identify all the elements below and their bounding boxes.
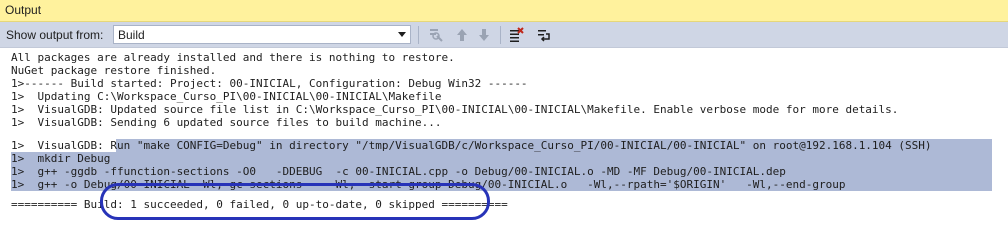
show-output-from-label: Show output from: <box>6 28 104 42</box>
toolbar-separator <box>500 26 501 44</box>
find-message-icon[interactable] <box>426 25 446 45</box>
output-line: All packages are already installed and t… <box>11 51 455 64</box>
output-line: 1> g++ -ggdb -ffunction-sections -O0 -DD… <box>11 165 786 178</box>
selection-highlight <box>11 152 992 165</box>
toolbar-separator <box>418 26 419 44</box>
output-line: 1> VisualGDB: Updated source file list i… <box>11 103 899 116</box>
go-next-icon[interactable] <box>474 25 494 45</box>
output-line: NuGet package restore finished. <box>11 64 217 77</box>
output-line: 1> VisualGDB: Run "make CONFIG=Debug" in… <box>11 139 932 152</box>
output-line: 1> Updating C:\Workspace_Curso_PI\00-INI… <box>11 90 442 103</box>
toggle-word-wrap-icon[interactable] <box>534 25 554 45</box>
annotation-circle <box>100 183 490 220</box>
output-toolbar: Show output from: Build <box>0 22 1008 48</box>
output-source-value: Build <box>118 28 145 42</box>
window-title: Output <box>5 3 42 17</box>
output-line: 1> mkdir Debug <box>11 152 111 165</box>
output-line: 1> VisualGDB: Sending 6 updated source f… <box>11 116 442 129</box>
output-line: 1>------ Build started: Project: 00-INIC… <box>11 77 528 90</box>
output-window-title-bar: Output <box>0 0 1008 22</box>
chevron-down-icon[interactable] <box>394 26 410 43</box>
output-source-dropdown[interactable]: Build <box>113 25 411 44</box>
go-prev-icon[interactable] <box>452 25 472 45</box>
clear-all-icon[interactable] <box>506 25 526 45</box>
